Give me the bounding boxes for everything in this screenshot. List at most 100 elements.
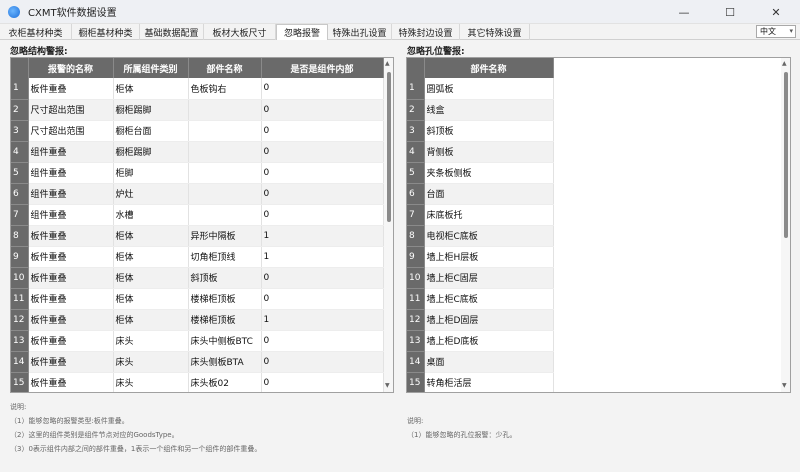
row-number[interactable]: 7 <box>407 204 425 226</box>
table-cell[interactable] <box>188 141 262 163</box>
row-number[interactable]: 4 <box>11 141 29 163</box>
table-cell[interactable]: 1 <box>261 246 384 268</box>
table-cell[interactable]: 0 <box>261 120 384 142</box>
scroll-up-icon[interactable]: ▲ <box>782 60 787 67</box>
table-row[interactable]: 3 斜顶板 <box>407 120 554 142</box>
scroll-down-icon[interactable]: ▼ <box>782 382 787 389</box>
row-number[interactable]: 12 <box>11 309 29 331</box>
table-cell[interactable]: 0 <box>261 141 384 163</box>
table-cell[interactable]: 床头 <box>113 351 189 373</box>
table-row[interactable]: 1 板件重叠 柜体 色板钩右 0 <box>11 78 384 100</box>
table-cell[interactable]: 0 <box>261 183 384 205</box>
table-cell[interactable]: 桌面 <box>424 351 554 373</box>
table-cell[interactable]: 墙上柜D底板 <box>424 330 554 352</box>
column-header[interactable]: 是否是组件内部 <box>261 58 384 78</box>
row-number[interactable]: 3 <box>11 120 29 142</box>
tab-other-special[interactable]: 其它特殊设置 <box>460 24 530 40</box>
table-cell[interactable]: 墙上柜D固层 <box>424 309 554 331</box>
row-number[interactable]: 13 <box>407 330 425 352</box>
table-cell[interactable]: 1 <box>261 225 384 247</box>
table-cell[interactable]: 0 <box>261 288 384 310</box>
table-row[interactable]: 14 桌面 <box>407 351 554 373</box>
row-number[interactable]: 9 <box>407 246 425 268</box>
table-cell[interactable]: 板件重叠 <box>28 267 114 289</box>
column-header[interactable]: 部件名称 <box>188 58 262 78</box>
table-cell[interactable]: 床头板02 <box>188 372 262 392</box>
table-row[interactable]: 4 背侧板 <box>407 141 554 163</box>
table-cell[interactable]: 板件重叠 <box>28 330 114 352</box>
table-cell[interactable]: 橱柜踢脚 <box>113 99 189 121</box>
tab-special-hole[interactable]: 特殊出孔设置 <box>328 24 392 40</box>
table-cell[interactable]: 0 <box>261 330 384 352</box>
row-number[interactable]: 13 <box>11 330 29 352</box>
table-cell[interactable]: 背侧板 <box>424 141 554 163</box>
row-number[interactable]: 14 <box>407 351 425 373</box>
table-cell[interactable]: 0 <box>261 204 384 226</box>
row-number[interactable]: 5 <box>407 162 425 184</box>
table-cell[interactable]: 床头中侧板BTC <box>188 330 262 352</box>
row-number[interactable]: 8 <box>407 225 425 247</box>
table-cell[interactable]: 尺寸超出范围 <box>28 99 114 121</box>
row-number[interactable]: 2 <box>11 99 29 121</box>
table-cell[interactable]: 墙上柜C底板 <box>424 288 554 310</box>
row-number[interactable]: 11 <box>407 288 425 310</box>
table-cell[interactable]: 床头侧板BTA <box>188 351 262 373</box>
table-cell[interactable]: 0 <box>261 351 384 373</box>
table-cell[interactable]: 炉灶 <box>113 183 189 205</box>
table-cell[interactable]: 夹条板侧板 <box>424 162 554 184</box>
row-number[interactable]: 10 <box>11 267 29 289</box>
table-cell[interactable]: 组件重叠 <box>28 183 114 205</box>
table-cell[interactable]: 柜体 <box>113 288 189 310</box>
table-cell[interactable]: 电视柜C底板 <box>424 225 554 247</box>
table-cell[interactable]: 0 <box>261 372 384 392</box>
table-cell[interactable] <box>188 99 262 121</box>
table-row[interactable]: 9 板件重叠 柜体 切角柜顶线 1 <box>11 246 384 268</box>
table-row[interactable]: 8 电视柜C底板 <box>407 225 554 247</box>
table-cell[interactable]: 0 <box>261 99 384 121</box>
table-cell[interactable]: 柜体 <box>113 309 189 331</box>
table-cell[interactable]: 柜体 <box>113 78 189 100</box>
table-row[interactable]: 10 板件重叠 柜体 斜顶板 0 <box>11 267 384 289</box>
row-number[interactable]: 10 <box>407 267 425 289</box>
row-number[interactable]: 2 <box>407 99 425 121</box>
table-cell[interactable]: 墙上柜H层板 <box>424 246 554 268</box>
table-row[interactable]: 1 圆弧板 <box>407 78 554 100</box>
scroll-down-icon[interactable]: ▼ <box>385 382 390 389</box>
tab-cabinet-material[interactable]: 橱柜基材种类 <box>72 24 140 40</box>
row-number[interactable]: 5 <box>11 162 29 184</box>
table-cell[interactable]: 床头 <box>113 330 189 352</box>
vertical-scrollbar[interactable]: ▲ ▼ <box>781 58 790 392</box>
table-cell[interactable]: 斜顶板 <box>188 267 262 289</box>
table-row[interactable]: 6 组件重叠 炉灶 0 <box>11 183 384 205</box>
table-row[interactable]: 9 墙上柜H层板 <box>407 246 554 268</box>
row-number[interactable]: 1 <box>11 78 29 100</box>
table-cell[interactable] <box>188 162 262 184</box>
table-row[interactable]: 15 转角柜活层 <box>407 372 554 392</box>
row-number[interactable]: 4 <box>407 141 425 163</box>
table-cell[interactable]: 板件重叠 <box>28 372 114 392</box>
row-number[interactable]: 3 <box>407 120 425 142</box>
table-cell[interactable]: 异形中隔板 <box>188 225 262 247</box>
row-number[interactable]: 9 <box>11 246 29 268</box>
column-header[interactable]: 所属组件类别 <box>113 58 189 78</box>
table-cell[interactable]: 板件重叠 <box>28 351 114 373</box>
minimize-button[interactable]: — <box>661 0 707 24</box>
maximize-button[interactable]: ☐ <box>707 0 753 24</box>
table-cell[interactable]: 组件重叠 <box>28 162 114 184</box>
table-cell[interactable]: 柜脚 <box>113 162 189 184</box>
table-cell[interactable]: 0 <box>261 267 384 289</box>
table-cell[interactable]: 尺寸超出范围 <box>28 120 114 142</box>
table-cell[interactable]: 板件重叠 <box>28 246 114 268</box>
table-cell[interactable]: 床头 <box>113 372 189 392</box>
scrollbar-thumb[interactable] <box>784 72 788 238</box>
table-cell[interactable]: 组件重叠 <box>28 204 114 226</box>
table-row[interactable]: 2 线盒 <box>407 99 554 121</box>
table-row[interactable]: 6 台面 <box>407 183 554 205</box>
table-cell[interactable]: 橱柜台面 <box>113 120 189 142</box>
row-number[interactable]: 1 <box>407 78 425 100</box>
tab-ignore-alarm[interactable]: 忽略报警 <box>276 24 328 40</box>
table-cell[interactable]: 柜体 <box>113 246 189 268</box>
table-cell[interactable]: 楼梯柜顶板 <box>188 288 262 310</box>
table-row[interactable]: 7 床底板托 <box>407 204 554 226</box>
table-cell[interactable]: 柜体 <box>113 267 189 289</box>
